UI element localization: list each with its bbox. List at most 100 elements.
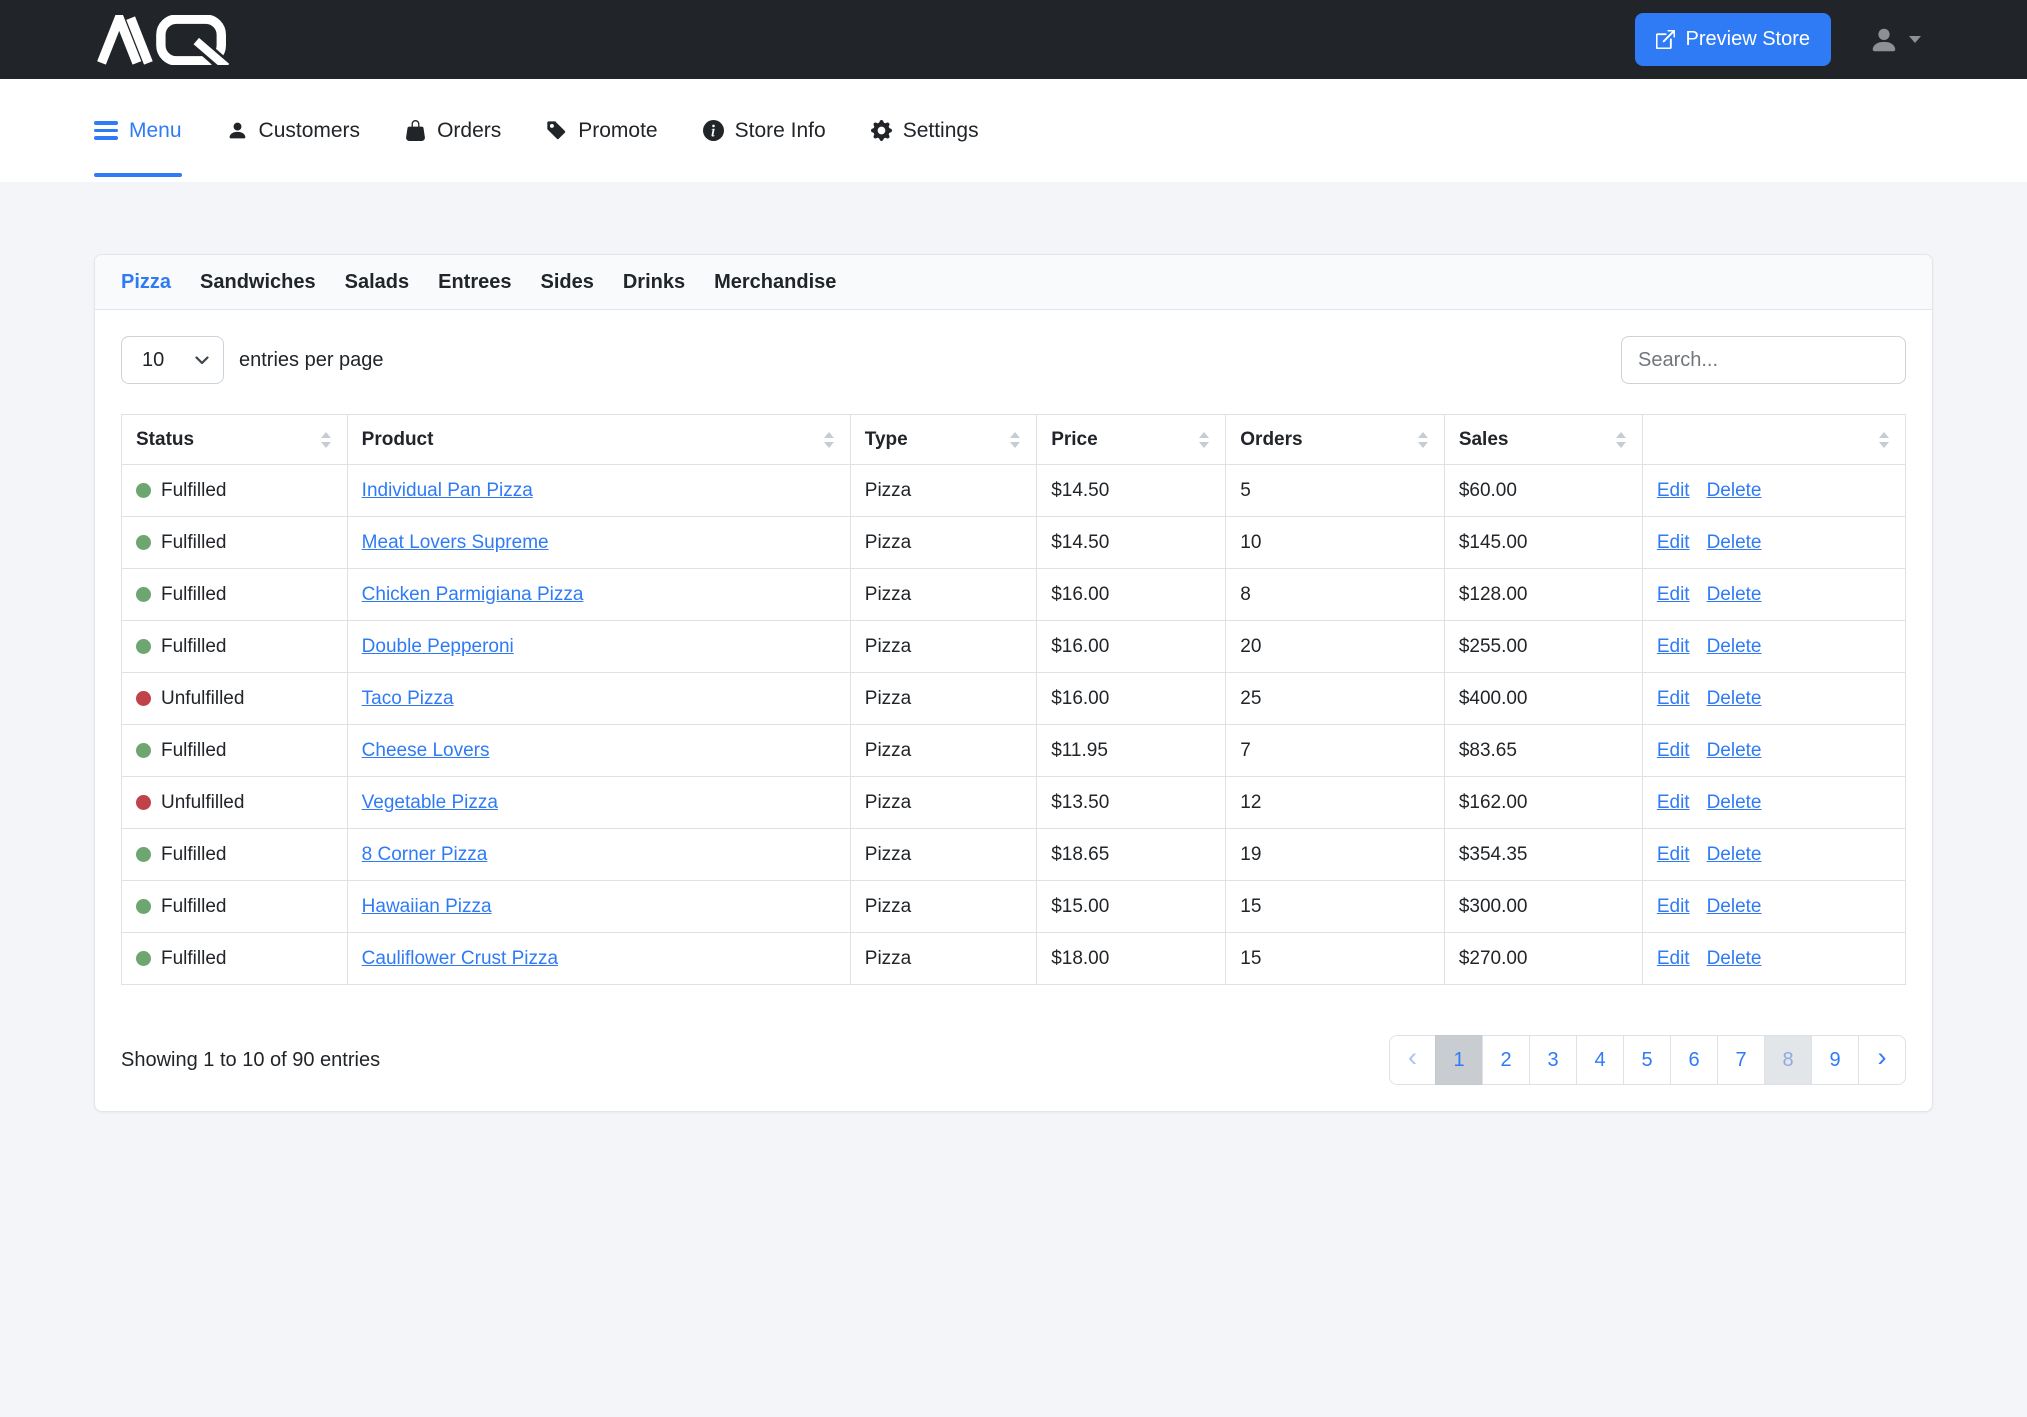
preview-store-button[interactable]: Preview Store [1635,13,1832,66]
status-dot-icon [136,483,151,498]
account-menu[interactable] [1869,25,1921,55]
pagination-page-1[interactable]: 1 [1435,1035,1483,1085]
edit-link[interactable]: Edit [1657,584,1690,605]
product-cell: Cauliflower Crust Pizza [347,933,850,985]
pagination-page-3[interactable]: 3 [1529,1035,1577,1085]
status-dot-icon [136,587,151,602]
pagination-page-5[interactable]: 5 [1623,1035,1671,1085]
status-dot-icon [136,847,151,862]
delete-link[interactable]: Delete [1707,584,1762,605]
product-link[interactable]: Vegetable Pizza [362,792,498,813]
actions-cell: Edit Delete [1642,673,1905,725]
tab-salads[interactable]: Salads [345,271,409,294]
tab-pizza[interactable]: Pizza [121,271,171,294]
column-label: Status [136,429,194,450]
type-cell: Pizza [850,569,1036,621]
pagination-page-9[interactable]: 9 [1811,1035,1859,1085]
edit-link[interactable]: Edit [1657,532,1690,553]
nav-item-label: Orders [437,119,501,143]
nav-item-label: Promote [578,119,657,143]
pagination-next[interactable]: › [1858,1035,1906,1085]
orders-cell: 20 [1226,621,1445,673]
tab-entrees[interactable]: Entrees [438,271,511,294]
pagination-page-4[interactable]: 4 [1576,1035,1624,1085]
hamburger-icon [94,121,118,140]
status-dot-icon [136,639,151,654]
entries-summary: Showing 1 to 10 of 90 entries [121,1049,380,1072]
gear-icon [871,120,892,141]
column-header-price[interactable]: Price [1037,415,1226,465]
orders-cell: 8 [1226,569,1445,621]
page-content: Pizza Sandwiches Salads Entrees Sides Drinks M… [0,254,2027,1112]
delete-link[interactable]: Delete [1707,480,1762,501]
product-link[interactable]: Double Pepperoni [362,636,514,657]
edit-link[interactable]: Edit [1657,480,1690,501]
nav-item-orders[interactable]: Orders [405,79,501,182]
column-header-sales[interactable]: Sales [1444,415,1642,465]
delete-link[interactable]: Delete [1707,896,1762,917]
nav-item-store-info[interactable]: Store Info [703,79,826,182]
pagination-page-8[interactable]: 8 [1764,1035,1812,1085]
orders-cell: 15 [1226,933,1445,985]
table-row: FulfilledCheese LoversPizza$11.957$83.65… [122,725,1906,777]
search-input[interactable] [1621,336,1906,384]
product-link[interactable]: Individual Pan Pizza [362,480,533,501]
delete-link[interactable]: Delete [1707,792,1762,813]
delete-link[interactable]: Delete [1707,532,1762,553]
preview-store-label: Preview Store [1686,28,1811,51]
caret-down-icon [1909,36,1921,43]
nav-item-promote[interactable]: Promote [546,79,657,182]
product-link[interactable]: Cheese Lovers [362,740,490,761]
info-circle-icon [703,120,724,141]
edit-link[interactable]: Edit [1657,636,1690,657]
nav-item-menu[interactable]: Menu [94,79,182,182]
pagination-page-6[interactable]: 6 [1670,1035,1718,1085]
tab-sides[interactable]: Sides [541,271,594,294]
edit-link[interactable]: Edit [1657,792,1690,813]
product-link[interactable]: Cauliflower Crust Pizza [362,948,558,969]
product-link[interactable]: Hawaiian Pizza [362,896,492,917]
tab-sandwiches[interactable]: Sandwiches [200,271,316,294]
actions-cell: Edit Delete [1642,829,1905,881]
product-link[interactable]: Chicken Parmigiana Pizza [362,584,584,605]
column-header-status[interactable]: Status [122,415,348,465]
sort-icon [1010,432,1020,448]
product-link[interactable]: Taco Pizza [362,688,454,709]
product-link[interactable]: 8 Corner Pizza [362,844,488,865]
delete-link[interactable]: Delete [1707,636,1762,657]
page-size-select[interactable]: 10 [121,336,224,384]
type-cell: Pizza [850,777,1036,829]
product-link[interactable]: Meat Lovers Supreme [362,532,549,553]
edit-link[interactable]: Edit [1657,896,1690,917]
column-header-actions[interactable] [1642,415,1905,465]
status-cell: Unfulfilled [122,777,348,829]
tab-merchandise[interactable]: Merchandise [714,271,836,294]
edit-link[interactable]: Edit [1657,688,1690,709]
pagination-page-7[interactable]: 7 [1717,1035,1765,1085]
column-header-product[interactable]: Product [347,415,850,465]
delete-link[interactable]: Delete [1707,688,1762,709]
edit-link[interactable]: Edit [1657,740,1690,761]
tab-drinks[interactable]: Drinks [623,271,685,294]
edit-link[interactable]: Edit [1657,844,1690,865]
status-dot-icon [136,951,151,966]
type-cell: Pizza [850,465,1036,517]
product-cell: Meat Lovers Supreme [347,517,850,569]
delete-link[interactable]: Delete [1707,844,1762,865]
sort-icon [1199,432,1209,448]
pagination-prev[interactable]: ‹ [1389,1035,1436,1085]
edit-link[interactable]: Edit [1657,948,1690,969]
delete-link[interactable]: Delete [1707,740,1762,761]
pagination-page-2[interactable]: 2 [1482,1035,1530,1085]
brand-logo[interactable] [88,15,240,65]
table-row: UnfulfilledVegetable PizzaPizza$13.5012$… [122,777,1906,829]
sort-icon [321,432,331,448]
column-header-orders[interactable]: Orders [1226,415,1445,465]
nav-item-settings[interactable]: Settings [871,79,979,182]
column-header-type[interactable]: Type [850,415,1036,465]
status-dot-icon [136,535,151,550]
nav-item-customers[interactable]: Customers [227,79,361,182]
price-cell: $14.50 [1037,465,1226,517]
price-cell: $13.50 [1037,777,1226,829]
delete-link[interactable]: Delete [1707,948,1762,969]
